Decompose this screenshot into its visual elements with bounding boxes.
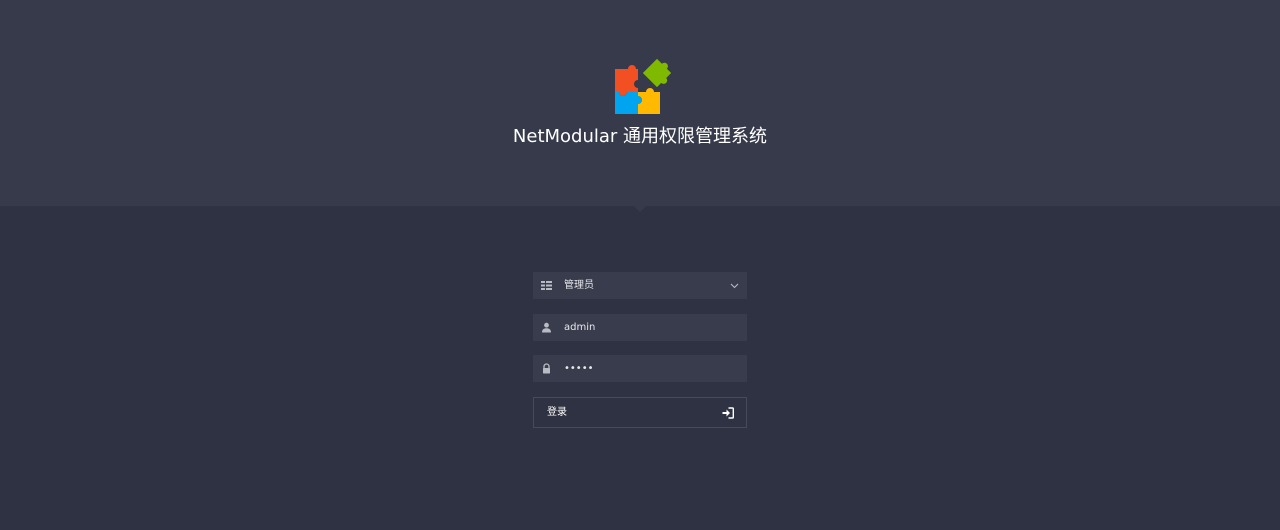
account-type-select[interactable]: 管理员 <box>533 272 747 299</box>
chevron-down-icon <box>730 283 739 289</box>
puzzle-logo-icon <box>615 58 672 114</box>
header-notch <box>634 206 646 212</box>
user-icon <box>542 322 551 333</box>
sign-in-icon <box>722 407 734 419</box>
login-button-label: 登录 <box>547 407 567 418</box>
app-title: NetModular 通用权限管理系统 <box>512 126 768 147</box>
login-button[interactable]: 登录 <box>533 397 747 428</box>
username-input[interactable] <box>564 314 724 341</box>
username-field <box>533 314 747 341</box>
password-input[interactable]: ••••• <box>564 355 724 382</box>
account-type-value: 管理员 <box>564 280 594 291</box>
password-field: ••••• <box>533 355 747 382</box>
lock-icon <box>543 363 550 374</box>
account-type-icon <box>541 281 552 290</box>
